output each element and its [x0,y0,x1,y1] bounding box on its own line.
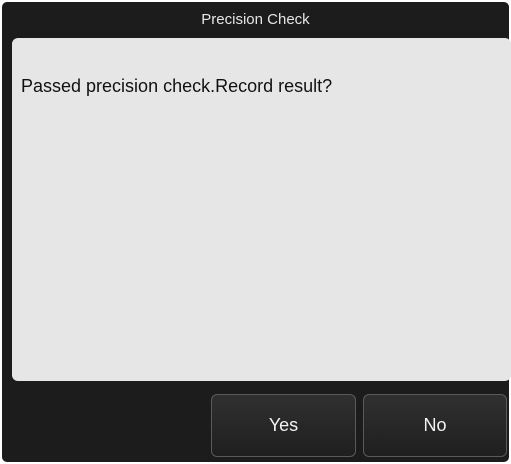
precision-check-dialog: Precision Check Passed precision check.R… [2,2,511,462]
no-button[interactable]: No [363,394,507,457]
yes-button[interactable]: Yes [211,394,356,457]
dialog-title: Precision Check [201,10,310,28]
dialog-message: Passed precision check.Record result? [21,76,333,96]
